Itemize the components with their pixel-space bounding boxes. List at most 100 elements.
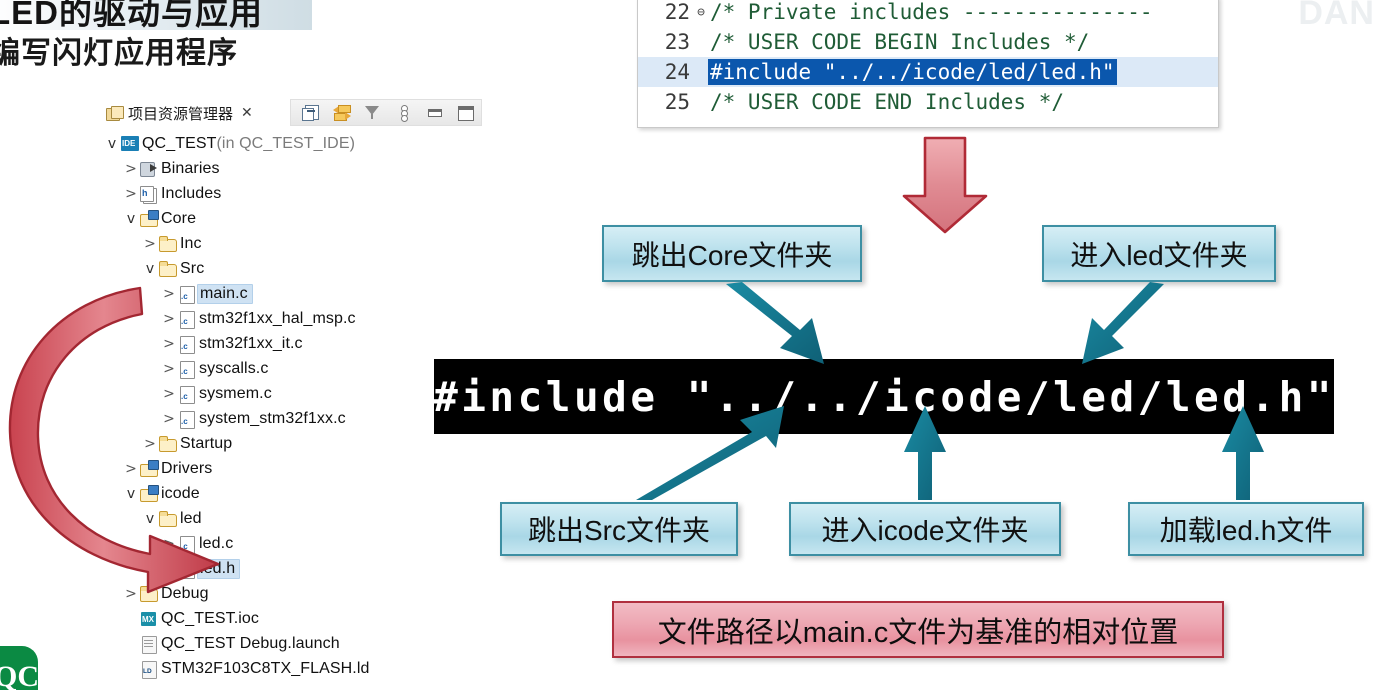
filec-icon [177, 284, 199, 304]
fold-icon [139, 584, 161, 604]
tree-item-inc[interactable]: > Inc [104, 231, 484, 256]
tree-item-label: Src [180, 259, 205, 277]
tree-item-core[interactable]: v Core [104, 206, 484, 231]
code-line: 23 /* USER CODE BEGIN Includes */ [638, 27, 1218, 57]
tree-item-label: Core [161, 209, 197, 227]
chevron-down-icon[interactable]: v [142, 512, 158, 526]
tree-item-icode[interactable]: v icode [104, 481, 484, 506]
teal-arrow-led [1082, 282, 1164, 364]
chevron-right-icon[interactable]: > [161, 412, 177, 426]
filec-icon [177, 334, 199, 354]
tree-item-label: Inc [180, 234, 202, 252]
teal-arrow-core [726, 282, 824, 364]
line-number: 25 [664, 90, 690, 114]
tree-item-led.h[interactable]: > led.h [104, 556, 484, 581]
tree-item-qc_test[interactable]: v QC_TEST (in QC_TEST_IDE) [104, 131, 484, 156]
chevron-right-icon[interactable]: > [161, 312, 177, 326]
code-text: /* USER CODE BEGIN Includes */ [710, 30, 1090, 54]
tree-item-label: main.c [197, 283, 253, 304]
filec-icon [177, 534, 199, 554]
tree-item-stm32f1xx_it.c[interactable]: > stm32f1xx_it.c [104, 331, 484, 356]
tree-item-label: led [180, 509, 202, 527]
tree-item-src[interactable]: v Src [104, 256, 484, 281]
chevron-right-icon[interactable]: > [161, 362, 177, 376]
tree-item-label: QC_TEST Debug.launch [161, 634, 340, 652]
tree-item-label: Startup [180, 434, 233, 452]
chevron-right-icon[interactable]: > [161, 387, 177, 401]
chevron-down-icon[interactable]: v [123, 212, 139, 226]
tree-item-label: system_stm32f1xx.c [199, 409, 346, 427]
callout-load-ledh: 加载led.h文件 [1128, 502, 1364, 556]
minimize-icon[interactable] [425, 104, 444, 121]
filter-icon[interactable] [363, 104, 382, 121]
tree-item-label: stm32f1xx_it.c [199, 334, 303, 352]
tree-item-qc_test.ioc[interactable]: QC_TEST.ioc [104, 606, 484, 631]
view-menu-icon[interactable] [394, 104, 413, 122]
code-line: 24 #include "../../icode/led/led.h" [638, 57, 1218, 87]
chevron-right-icon[interactable]: > [161, 337, 177, 351]
tree-item-drivers[interactable]: > Drivers [104, 456, 484, 481]
collapse-all-icon[interactable] [301, 104, 320, 121]
filed-icon [139, 634, 161, 654]
tree-item-led[interactable]: v led [104, 506, 484, 531]
fold-collapse-icon[interactable]: ⊖ [694, 5, 708, 20]
chevron-right-icon[interactable]: > [123, 587, 139, 601]
tree-item-stm32f1xx_hal_msp.c[interactable]: > stm32f1xx_hal_msp.c [104, 306, 484, 331]
code-text: /* Private includes --------------- [710, 0, 1153, 24]
chevron-right-icon[interactable]: > [123, 187, 139, 201]
chevron-right-icon[interactable]: > [142, 437, 158, 451]
tree-item-debug[interactable]: > Debug [104, 581, 484, 606]
ide-icon [120, 134, 142, 154]
filec-icon [177, 409, 199, 429]
callout-exit-src: 跳出Src文件夹 [500, 502, 738, 556]
fold-icon [158, 234, 180, 254]
chevron-down-icon[interactable]: v [123, 487, 139, 501]
chevron-down-icon[interactable]: v [142, 262, 158, 276]
code-text: /* USER CODE END Includes */ [710, 90, 1065, 114]
tree-item-main.c[interactable]: > main.c [104, 281, 484, 306]
code-text: #include "../../icode/led/led.h" [708, 59, 1117, 85]
tree-item-syscalls.c[interactable]: > syscalls.c [104, 356, 484, 381]
callout-exit-core: 跳出Core文件夹 [602, 225, 862, 282]
maximize-icon[interactable] [456, 104, 475, 121]
tree-item-label: syscalls.c [199, 359, 269, 377]
watermark-logo: DAN [1298, 0, 1375, 32]
foldc-icon [139, 459, 161, 479]
chevron-right-icon[interactable]: > [161, 562, 177, 576]
chevron-right-icon[interactable]: > [123, 462, 139, 476]
tree-item-system_stm32f1xx.c[interactable]: > system_stm32f1xx.c [104, 406, 484, 431]
tree-item-sysmem.c[interactable]: > sysmem.c [104, 381, 484, 406]
tree-item-binaries[interactable]: > Binaries [104, 156, 484, 181]
corner-badge-label: QC [0, 660, 39, 690]
fileioc-icon [139, 609, 161, 629]
chevron-right-icon[interactable]: > [161, 537, 177, 551]
tree-item-label: icode [161, 484, 200, 502]
project-tree: v QC_TEST (in QC_TEST_IDE) > Binaries > Inclu… [104, 131, 484, 681]
link-with-editor-icon[interactable] [332, 104, 351, 121]
project-explorer-toolbar [290, 99, 482, 126]
filec-icon [177, 359, 199, 379]
chevron-right-icon[interactable]: > [123, 162, 139, 176]
slide-canvas: LED的驱动与应用 编写闪灯应用程序 DAN QC 项目资源管理器 ✕ v QC_… [0, 0, 1379, 690]
page-title: LED的驱动与应用 [0, 0, 263, 28]
tree-item-includes[interactable]: > Includes [104, 181, 484, 206]
tree-item-stm32f103c8tx_flash.ld[interactable]: STM32F103C8TX_FLASH.ld [104, 656, 484, 681]
fold-icon [158, 434, 180, 454]
close-icon[interactable]: ✕ [241, 105, 253, 121]
line-number: 24 [664, 60, 690, 84]
filec-icon [177, 309, 199, 329]
filec-icon [177, 384, 199, 404]
tree-item-suffix: (in QC_TEST_IDE) [216, 134, 356, 152]
tree-item-led.c[interactable]: > led.c [104, 531, 484, 556]
chevron-down-icon[interactable]: v [104, 137, 120, 151]
foldc-icon [139, 484, 161, 504]
tree-item-qc_test-debug.launch[interactable]: QC_TEST Debug.launch [104, 631, 484, 656]
chevron-right-icon[interactable]: > [161, 287, 177, 301]
chevron-right-icon[interactable]: > [142, 237, 158, 251]
tree-item-label: Binaries [161, 159, 220, 177]
project-explorer-panel: 项目资源管理器 ✕ v QC_TEST (in QC_TEST_IDE) > Bina… [104, 99, 484, 679]
tab-project-explorer[interactable]: 项目资源管理器 ✕ [104, 99, 253, 127]
tree-item-startup[interactable]: > Startup [104, 431, 484, 456]
code-line: 22 ⊖/* Private includes --------------- [638, 0, 1218, 27]
tree-item-label: stm32f1xx_hal_msp.c [199, 309, 356, 327]
